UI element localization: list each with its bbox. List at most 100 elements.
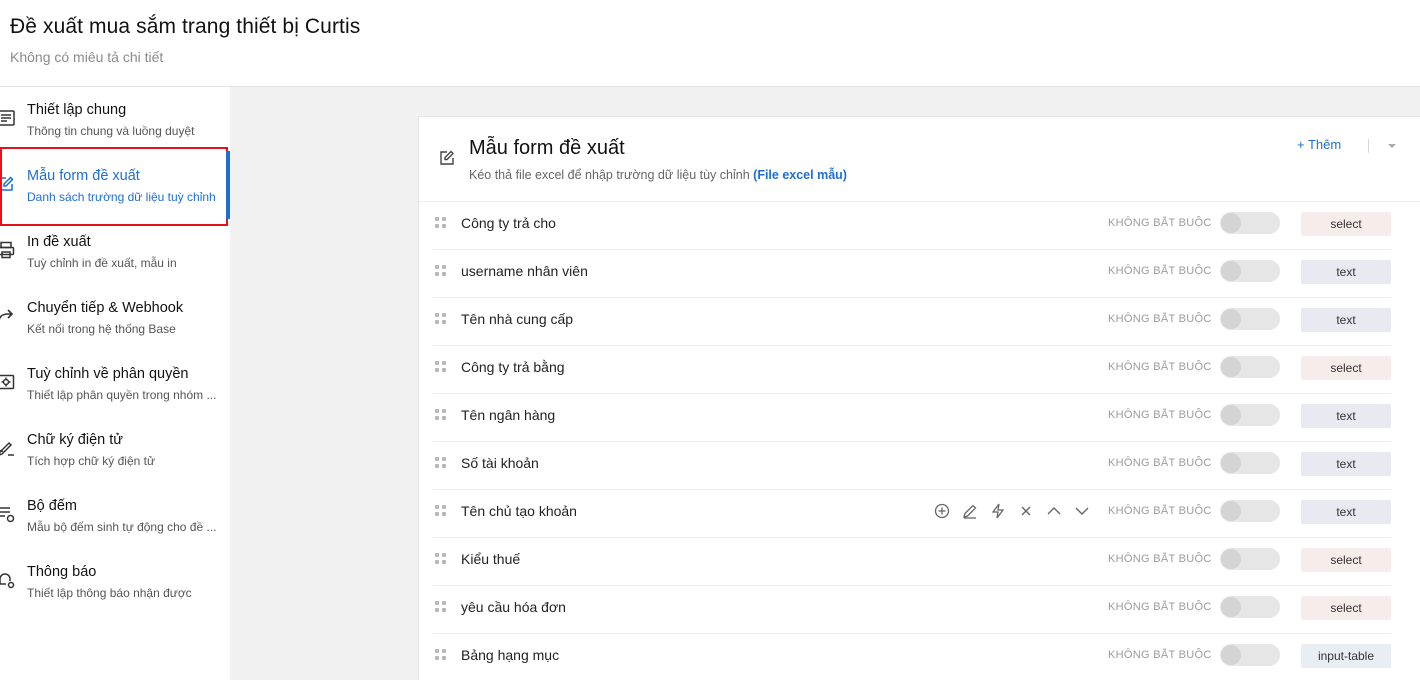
sidebar-item-desc: Thiết lập thông báo nhận được <box>27 586 192 600</box>
field-label: Tên chủ tạo khoản <box>461 503 577 519</box>
page-subtitle: Không có miêu tả chi tiết <box>10 49 164 65</box>
sidebar-item-title: Tuỳ chỉnh về phân quyền <box>27 366 189 382</box>
document-list-icon <box>0 108 16 128</box>
toggle-knob <box>1221 645 1241 665</box>
form-subtitle-text: Kéo thả file excel để nhập trường dữ liệ… <box>469 168 750 182</box>
form-template-card: Mẫu form đề xuất Kéo thả file excel để n… <box>418 116 1420 680</box>
field-label: yêu cầu hóa đơn <box>461 599 566 615</box>
drag-handle-icon[interactable] <box>435 265 447 277</box>
sidebar-item-title: In đề xuất <box>27 234 91 250</box>
toggle-knob <box>1221 213 1241 233</box>
sidebar-item-title: Thiết lập chung <box>27 102 127 118</box>
field-type-badge: select <box>1301 212 1391 236</box>
drag-handle-icon[interactable] <box>435 361 447 373</box>
share-forward-icon <box>0 306 16 326</box>
required-toggle[interactable] <box>1220 404 1280 426</box>
settings-box-icon <box>0 372 16 392</box>
field-row[interactable]: Số tài khoản KHÔNG BẮT BUỘC text <box>433 442 1391 490</box>
required-status: KHÔNG BẮT BUỘC <box>1108 217 1212 229</box>
required-toggle[interactable] <box>1220 596 1280 618</box>
field-row[interactable]: Tên ngân hàng KHÔNG BẮT BUỘC text <box>433 394 1391 442</box>
field-label: Công ty trả bằng <box>461 359 565 375</box>
drag-handle-icon[interactable] <box>435 409 447 421</box>
sidebar-item-desc: Thiết lập phân quyền trong nhóm ... <box>27 388 217 402</box>
edit-icon <box>0 174 16 194</box>
form-title: Mẫu form đề xuất <box>469 137 625 159</box>
field-row[interactable]: username nhân viên KHÔNG BẮT BUỘC text <box>433 250 1391 298</box>
sidebar-item-title: Chữ ký điện tử <box>27 432 123 448</box>
toggle-knob <box>1221 261 1241 281</box>
chevron-up-icon[interactable] <box>1045 502 1063 520</box>
drag-handle-icon[interactable] <box>435 217 447 229</box>
sidebar-item-notifications[interactable]: Thông báo Thiết lập thông báo nhận được <box>0 549 230 615</box>
drag-handle-icon[interactable] <box>435 505 447 517</box>
sidebar-item-desc: Kết nối trong hệ thống Base <box>27 322 176 336</box>
sidebar-item-title: Mẫu form đề xuất <box>27 168 140 184</box>
field-type-badge: text <box>1301 500 1391 524</box>
sample-excel-link[interactable]: (File excel mẫu) <box>753 168 847 182</box>
required-status: KHÔNG BẮT BUỘC <box>1108 553 1212 565</box>
field-type-badge: text <box>1301 308 1391 332</box>
toggle-knob <box>1221 309 1241 329</box>
sidebar-item-general-settings[interactable]: Thiết lập chung Thông tin chung và luồng… <box>0 87 230 153</box>
divider <box>1368 139 1369 153</box>
toggle-knob <box>1221 501 1241 521</box>
required-status: KHÔNG BẮT BUỘC <box>1108 409 1212 421</box>
required-status: KHÔNG BẮT BUỘC <box>1108 361 1212 373</box>
edit-icon <box>438 149 456 167</box>
required-toggle[interactable] <box>1220 212 1280 234</box>
required-status: KHÔNG BẮT BUỘC <box>1108 649 1212 661</box>
add-field-button[interactable]: + Thêm <box>1297 137 1341 152</box>
add-circle-icon[interactable] <box>933 502 951 520</box>
printer-icon <box>0 240 16 260</box>
sidebar-item-e-signature[interactable]: Chữ ký điện tử Tích hợp chữ ký điện tử <box>0 417 230 483</box>
sidebar-item-title: Thông báo <box>27 564 97 580</box>
required-toggle[interactable] <box>1220 644 1280 666</box>
sidebar: Thiết lập chung Thông tin chung và luồng… <box>0 87 230 680</box>
drag-handle-icon[interactable] <box>435 649 447 661</box>
field-row[interactable]: Công ty trả bằng KHÔNG BẮT BUỘC select <box>433 346 1391 394</box>
lightning-icon[interactable] <box>989 502 1007 520</box>
page-header: Đề xuất mua sắm trang thiết bị Curtis Kh… <box>0 0 1420 87</box>
required-toggle[interactable] <box>1220 548 1280 570</box>
drag-handle-icon[interactable] <box>435 553 447 565</box>
field-label: Tên nhà cung cấp <box>461 311 574 327</box>
field-type-badge: select <box>1301 548 1391 572</box>
toggle-knob <box>1221 453 1241 473</box>
sidebar-item-print[interactable]: In đề xuất Tuỳ chỉnh in đề xuất, mẫu in <box>0 219 230 285</box>
sidebar-item-permissions[interactable]: Tuỳ chỉnh về phân quyền Thiết lập phân q… <box>0 351 230 417</box>
required-toggle[interactable] <box>1220 308 1280 330</box>
close-icon[interactable] <box>1017 502 1035 520</box>
field-row[interactable]: Tên nhà cung cấp KHÔNG BẮT BUỘC text <box>433 298 1391 346</box>
field-row[interactable]: Kiểu thuế KHÔNG BẮT BUỘC select <box>433 538 1391 586</box>
chevron-down-icon[interactable] <box>1385 139 1399 153</box>
field-row[interactable]: yêu cầu hóa đơn KHÔNG BẮT BUỘC select <box>433 586 1391 634</box>
required-toggle[interactable] <box>1220 500 1280 522</box>
field-type-badge: text <box>1301 260 1391 284</box>
field-row[interactable]: Tên chủ tạo khoản KHÔNG BẮT BUỘC text <box>433 490 1391 538</box>
drag-handle-icon[interactable] <box>435 457 447 469</box>
required-toggle[interactable] <box>1220 356 1280 378</box>
field-label: Tên ngân hàng <box>461 407 556 423</box>
field-type-badge: text <box>1301 404 1391 428</box>
sidebar-item-desc: Tích hợp chữ ký điện tử <box>27 454 155 468</box>
field-row[interactable]: Công ty trả cho KHÔNG BẮT BUỘC select <box>433 202 1391 250</box>
required-toggle[interactable] <box>1220 452 1280 474</box>
field-row[interactable]: Bảng hạng mục KHÔNG BẮT BUỘC input-table <box>433 634 1391 680</box>
field-type-badge: select <box>1301 356 1391 380</box>
required-toggle[interactable] <box>1220 260 1280 282</box>
sidebar-item-webhook[interactable]: Chuyển tiếp & Webhook Kết nối trong hệ t… <box>0 285 230 351</box>
drag-handle-icon[interactable] <box>435 313 447 325</box>
toggle-knob <box>1221 549 1241 569</box>
sidebar-item-form-template[interactable]: Mẫu form đề xuất Danh sách trường dữ liệ… <box>0 153 230 219</box>
chevron-down-icon[interactable] <box>1073 502 1091 520</box>
toggle-knob <box>1221 357 1241 377</box>
field-type-badge: input-table <box>1301 644 1391 668</box>
required-status: KHÔNG BẮT BUỘC <box>1108 457 1212 469</box>
edit-icon[interactable] <box>961 502 979 520</box>
field-label: Công ty trả cho <box>461 215 556 231</box>
field-label: username nhân viên <box>461 263 588 279</box>
drag-handle-icon[interactable] <box>435 601 447 613</box>
sidebar-item-counter[interactable]: Bộ đếm Mẫu bộ đếm sinh tự động cho đề ..… <box>0 483 230 549</box>
field-label: Kiểu thuế <box>461 551 521 567</box>
